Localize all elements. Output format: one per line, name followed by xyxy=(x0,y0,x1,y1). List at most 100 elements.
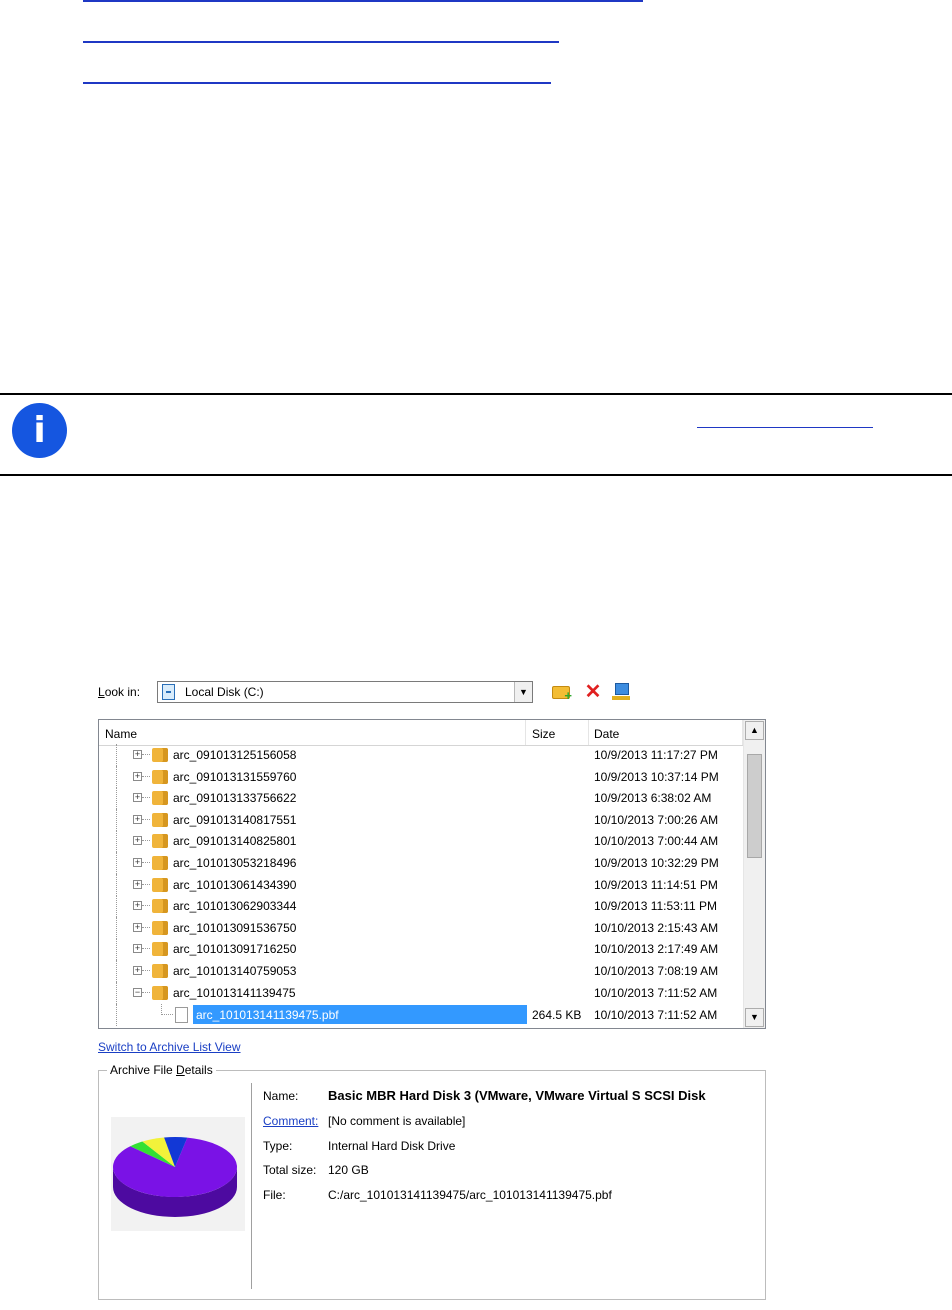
list-item[interactable]: + arc_101013062903344 10/9/2013 11:53:11 P… xyxy=(99,895,744,918)
archive-file-details-group: Archive File Details Name: Basic MBR Har… xyxy=(98,1063,766,1300)
top-link-1[interactable] xyxy=(83,0,643,2)
folder-icon xyxy=(152,856,168,870)
scroll-up-icon[interactable]: ▲ xyxy=(745,721,764,740)
file-icon xyxy=(175,1007,188,1023)
file-size: 264.5 KB xyxy=(532,1008,582,1022)
total-size-label: Total size: xyxy=(263,1163,317,1177)
file-path-value: C:/arc_101013141139475/arc_1010131411394… xyxy=(328,1188,612,1202)
folder-name: arc_101013141139475 xyxy=(173,985,296,1000)
look-in-label: Look in: xyxy=(98,685,141,699)
total-size-value: 120 GB xyxy=(328,1163,369,1177)
column-name[interactable]: Name xyxy=(105,727,137,741)
switch-to-archive-list-link[interactable]: Switch to Archive List View xyxy=(98,1040,241,1054)
folder-icon xyxy=(152,920,168,935)
list-item[interactable]: + arc_101013091536750 10/10/2013 2:15:43 A… xyxy=(99,916,744,939)
name-value: Basic MBR Hard Disk 3 (VMware, VMware Vi… xyxy=(328,1088,706,1103)
folder-date: 10/10/2013 7:11:52 AM xyxy=(594,985,718,1000)
list-item[interactable]: + arc_101013061434390 10/9/2013 11:14:51 P… xyxy=(99,873,744,896)
disk-pie-chart xyxy=(111,1117,245,1231)
file-list[interactable]: Name Size Date + arc_091013125156058 10/9/… xyxy=(98,719,766,1029)
top-link-3[interactable] xyxy=(83,82,551,84)
scroll-down-icon[interactable]: ▼ xyxy=(745,1008,764,1027)
comment-value: [No comment is available] xyxy=(328,1114,466,1128)
list-item[interactable]: + arc_091013131559760 10/9/2013 10:37:14 P… xyxy=(99,765,744,788)
list-header: Name Size Date xyxy=(99,720,744,746)
folder-name: arc_101013140759053 xyxy=(173,964,297,978)
chevron-down-icon[interactable]: ▼ xyxy=(514,682,532,702)
folder-date: 10/10/2013 7:00:26 AM xyxy=(594,812,719,827)
expand-icon[interactable]: + xyxy=(133,966,142,975)
folder-icon xyxy=(152,899,168,914)
list-item[interactable]: + arc_101013140759053 10/10/2013 7:08:19 A… xyxy=(99,960,744,982)
column-date[interactable]: Date xyxy=(594,727,619,741)
folder-icon xyxy=(152,834,168,849)
info-icon: i xyxy=(12,403,67,458)
folder-icon xyxy=(152,877,168,892)
file-date: 10/10/2013 7:11:52 AM xyxy=(594,1008,718,1022)
expand-icon[interactable]: + xyxy=(133,901,142,911)
note-link[interactable] xyxy=(697,427,873,428)
folder-date: 10/10/2013 7:08:19 AM xyxy=(594,964,719,978)
file-label: File: xyxy=(263,1188,286,1202)
expand-icon[interactable]: + xyxy=(133,814,142,824)
column-size[interactable]: Size xyxy=(532,727,555,741)
folder-icon xyxy=(152,769,168,784)
list-item[interactable]: + arc_091013140817551 10/10/2013 7:00:26 A… xyxy=(99,808,744,831)
new-folder-icon[interactable] xyxy=(552,686,572,703)
folder-icon xyxy=(152,942,168,957)
list-item[interactable]: + arc_091013140825801 10/10/2013 7:00:44 A… xyxy=(99,830,744,853)
name-label: Name: xyxy=(263,1089,299,1103)
folder-name: arc_101013062903344 xyxy=(173,899,297,914)
folder-icon xyxy=(152,964,168,978)
type-label: Type: xyxy=(263,1139,293,1153)
folder-date: 10/10/2013 2:17:49 AM xyxy=(594,942,719,957)
expand-icon[interactable]: + xyxy=(133,858,142,867)
folder-date: 10/9/2013 10:32:29 PM xyxy=(594,856,719,870)
list-item[interactable]: + arc_091013125156058 10/9/2013 11:17:27 P… xyxy=(99,744,744,766)
expand-icon[interactable]: + xyxy=(133,750,142,759)
folder-icon xyxy=(152,791,168,806)
selected-file-row[interactable]: arc_101013141139475.pbf 264.5 KB 10/10/2… xyxy=(99,1004,744,1026)
network-drive-icon[interactable] xyxy=(612,682,634,702)
expand-icon[interactable]: + xyxy=(133,836,142,846)
folder-icon xyxy=(152,812,168,827)
folder-date: 10/9/2013 11:17:27 PM xyxy=(594,748,718,762)
local-disk-icon xyxy=(162,684,175,700)
type-value: Internal Hard Disk Drive xyxy=(328,1139,456,1153)
list-item[interactable]: + arc_091013133756622 10/9/2013 6:38:02 AM xyxy=(99,787,744,810)
folder-date: 10/10/2013 7:00:44 AM xyxy=(594,834,719,849)
expand-icon[interactable]: + xyxy=(133,922,142,932)
folder-date: 10/9/2013 10:37:14 PM xyxy=(594,769,719,784)
folder-date: 10/9/2013 11:53:11 PM xyxy=(594,899,717,914)
file-name: arc_101013141139475.pbf xyxy=(196,1008,339,1022)
expand-icon[interactable]: + xyxy=(133,771,142,781)
folder-icon xyxy=(152,985,168,1000)
list-scrollbar[interactable]: ▲ ▼ xyxy=(743,720,765,1028)
look-in-value: Local Disk (C:) xyxy=(185,685,264,699)
folder-name: arc_091013131559760 xyxy=(173,769,297,784)
list-item[interactable]: + arc_101013091716250 10/10/2013 2:17:49 A… xyxy=(99,938,744,961)
folder-name: arc_101013053218496 xyxy=(173,856,297,870)
comment-link[interactable]: Comment: xyxy=(263,1114,318,1128)
scroll-thumb[interactable] xyxy=(747,754,762,858)
note-bottom-rule xyxy=(0,474,952,476)
folder-icon xyxy=(152,748,168,762)
delete-icon[interactable]: ✕ xyxy=(582,682,604,702)
archive-file-details-title: Archive File Details xyxy=(107,1063,216,1077)
top-link-2[interactable] xyxy=(83,41,559,43)
expand-icon[interactable]: + xyxy=(133,944,142,954)
expand-icon[interactable]: + xyxy=(133,793,142,803)
note-top-rule xyxy=(0,393,952,395)
expand-icon[interactable]: + xyxy=(133,879,142,889)
folder-name: arc_091013133756622 xyxy=(173,791,297,806)
folder-name: arc_101013091536750 xyxy=(173,920,297,935)
folder-date: 10/10/2013 2:15:43 AM xyxy=(594,920,719,935)
folder-date: 10/9/2013 6:38:02 AM xyxy=(594,791,712,806)
collapse-icon[interactable]: − xyxy=(133,987,142,997)
list-item[interactable]: + arc_101013053218496 10/9/2013 10:32:29 P… xyxy=(99,852,744,874)
list-item[interactable]: − arc_101013141139475 10/10/2013 7:11:52 A… xyxy=(99,981,744,1004)
folder-date: 10/9/2013 11:14:51 PM xyxy=(594,877,718,892)
folder-name: arc_091013125156058 xyxy=(173,748,297,762)
folder-name: arc_101013061434390 xyxy=(173,877,297,892)
look-in-combobox[interactable]: Local Disk (C:) ▼ xyxy=(157,681,533,703)
